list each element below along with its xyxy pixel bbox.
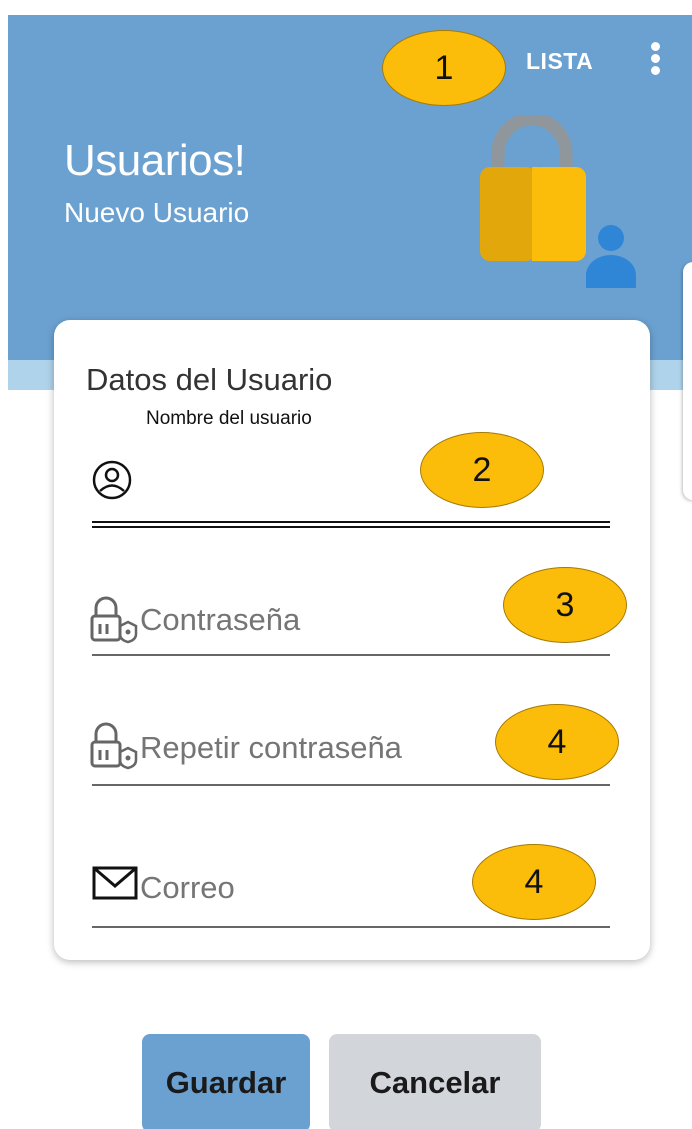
repeat-password-underline: [92, 784, 610, 786]
username-input[interactable]: [140, 462, 410, 502]
username-label: Nombre del usuario: [146, 408, 312, 429]
annotation-badge-1: 1: [382, 30, 506, 106]
annotation-badge-4: 4: [495, 704, 619, 780]
envelope-icon: [92, 866, 138, 900]
annotation-badge-2: 2: [420, 432, 544, 508]
email-input[interactable]: [140, 868, 460, 908]
padlock-icon: [90, 596, 138, 644]
page-subtitle: Nuevo Usuario: [64, 197, 250, 228]
repeat-password-input[interactable]: [140, 728, 500, 768]
save-button[interactable]: Guardar: [142, 1034, 310, 1129]
annotation-badge-4-email: 4: [472, 844, 596, 920]
padlock-icon: [90, 722, 138, 770]
lock-user-icon: [480, 115, 636, 288]
username-underline: [92, 521, 610, 528]
annotation-badge-3: 3: [503, 567, 627, 643]
section-title: Datos del Usuario: [86, 362, 333, 397]
side-panel-edge: [683, 262, 692, 500]
email-underline: [92, 926, 610, 928]
password-underline: [92, 654, 610, 656]
user-circle-icon: [92, 460, 132, 500]
password-input[interactable]: [140, 600, 500, 640]
page-title: Usuarios!: [64, 136, 246, 185]
more-vert-icon[interactable]: [648, 42, 662, 78]
cancel-button[interactable]: Cancelar: [329, 1034, 541, 1129]
lista-button[interactable]: LISTA: [526, 48, 593, 75]
